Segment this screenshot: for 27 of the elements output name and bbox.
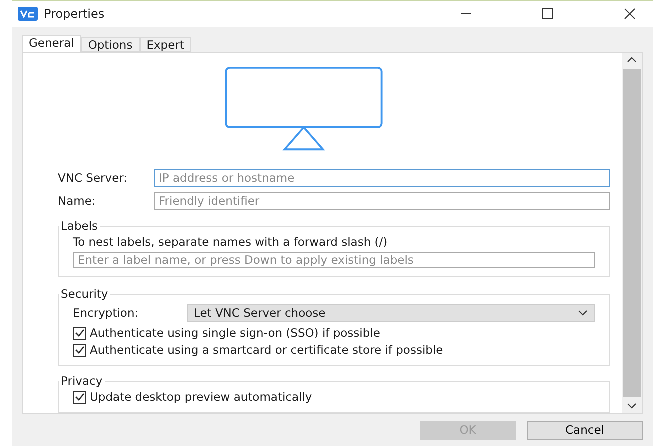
dropdown[interactable]: Let VNC Server choose <box>187 304 595 322</box>
hint-text: To nest labels, separate names with a forward slash (/) <box>73 235 389 249</box>
checkbox[interactable] <box>73 344 86 356</box>
field-label: VNC Server: <box>58 171 129 186</box>
tab[interactable]: Expert <box>140 37 192 52</box>
input-field[interactable]: Friendly identifier <box>154 192 610 210</box>
field-label: Encryption: <box>73 306 140 320</box>
checkbox-option[interactable]: Update desktop preview automatically <box>73 390 595 404</box>
chevron-down-icon <box>578 310 588 316</box>
monitor-icon <box>222 67 386 152</box>
window-title: Properties <box>44 7 106 21</box>
checkbox-option[interactable]: Authenticate using single sign-on (SSO) if possible <box>73 326 595 340</box>
group-title: Labels <box>60 219 100 233</box>
group-title: Privacy <box>60 374 104 388</box>
scrollbar-thumb[interactable] <box>623 69 641 397</box>
dialog-button[interactable]: Cancel <box>527 420 643 440</box>
tab[interactable]: Options <box>81 37 140 52</box>
checkbox[interactable] <box>73 326 86 340</box>
checkbox[interactable] <box>73 390 86 404</box>
checkbox-option[interactable]: Authenticate using a smartcard or certificate store if possible <box>73 343 595 357</box>
field-label: Name: <box>58 194 97 208</box>
app-logo-icon <box>18 7 38 21</box>
group-title: Security <box>60 287 110 301</box>
input-field[interactable]: IP address or hostname <box>154 169 610 188</box>
tab[interactable]: General <box>22 35 82 52</box>
input-field[interactable]: Enter a label name, or press Down to apply existing labels <box>73 252 595 268</box>
scrollbar[interactable] <box>622 53 642 413</box>
